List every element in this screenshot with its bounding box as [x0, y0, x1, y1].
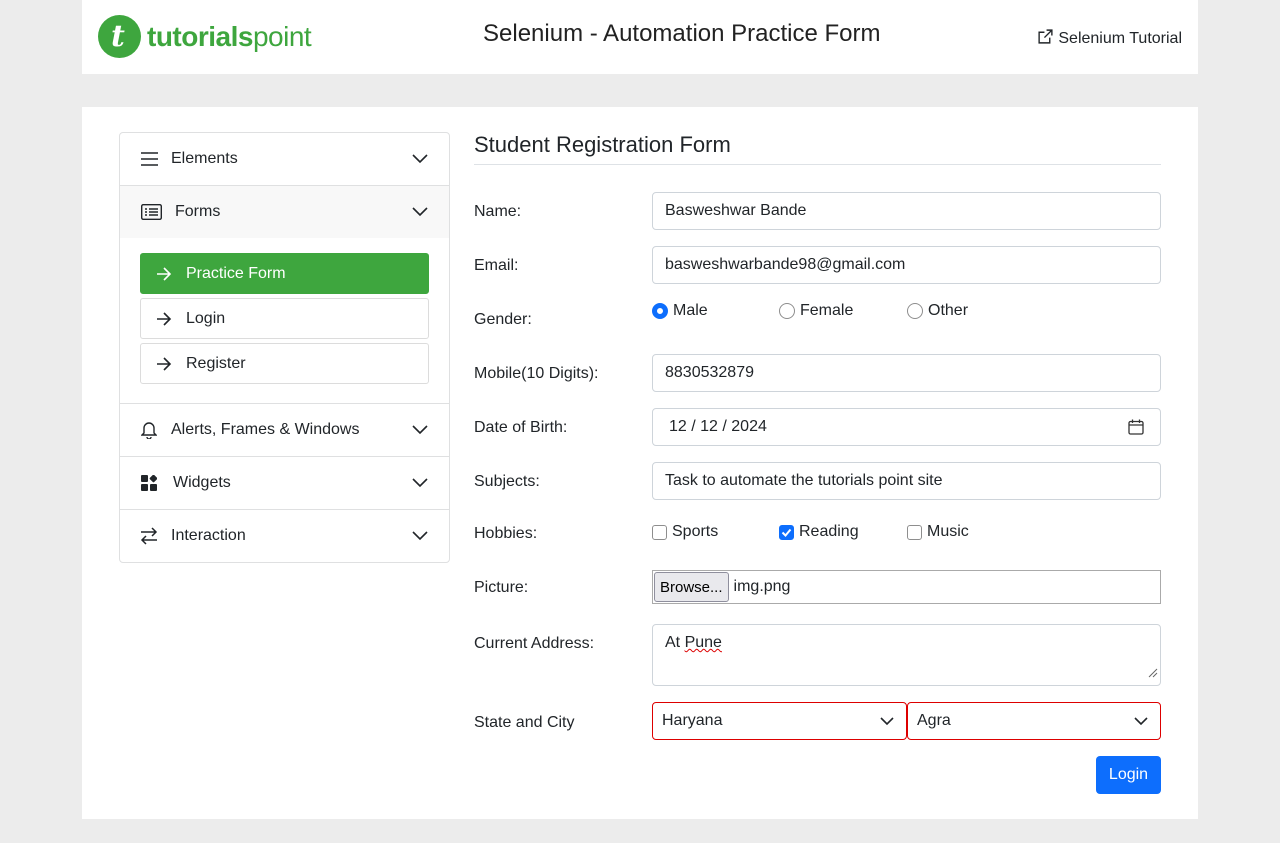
- hobby-checkbox-sports[interactable]: Sports: [652, 523, 718, 541]
- address-word: Pune: [684, 634, 722, 651]
- sidebar-item-label: Practice Form: [186, 264, 286, 282]
- sidebar-label-forms: Forms: [175, 203, 221, 220]
- address-label: Current Address:: [474, 635, 595, 652]
- sidebar-item-login[interactable]: Login: [140, 298, 429, 339]
- selenium-tutorial-link[interactable]: Selenium Tutorial: [1037, 28, 1182, 50]
- checkbox[interactable]: [907, 524, 922, 540]
- sidebar-section-forms: Forms Practice Form Login Register: [120, 186, 449, 404]
- checkbox-label: Music: [927, 523, 969, 540]
- state-select[interactable]: Haryana: [652, 702, 907, 740]
- name-label: Name:: [474, 203, 522, 220]
- chevron-down-icon: [411, 202, 429, 225]
- state-city-label: State and City: [474, 714, 575, 731]
- page-title: Selenium - Automation Practice Form: [483, 20, 881, 47]
- subjects-label: Subjects:: [474, 473, 540, 490]
- radio-label: Male: [673, 302, 708, 319]
- city-select-value: Agra: [917, 712, 951, 729]
- radio-label: Female: [800, 302, 854, 319]
- checkbox-label: Sports: [672, 523, 719, 540]
- arrows-exchange-icon: [140, 527, 158, 545]
- email-label: Email:: [474, 257, 519, 274]
- list-icon: [140, 203, 162, 221]
- gender-radio-other[interactable]: Other: [907, 302, 968, 320]
- menu-icon: [140, 150, 158, 168]
- gender-label: Gender:: [474, 311, 532, 328]
- checkbox[interactable]: [779, 524, 794, 540]
- picture-label: Picture:: [474, 579, 529, 596]
- address-prefix: At: [665, 634, 685, 651]
- subjects-input[interactable]: Task to automate the tutorials point sit…: [652, 462, 1161, 500]
- hobbies-label: Hobbies:: [474, 525, 538, 542]
- checkbox-label: Reading: [799, 523, 859, 540]
- email-input[interactable]: basweshwarbande98@gmail.com: [652, 246, 1161, 284]
- mobile-label: Mobile(10 Digits):: [474, 365, 599, 382]
- sidebar-label-interaction: Interaction: [171, 527, 246, 544]
- sidebar-item-practice-form[interactable]: Practice Form: [140, 253, 429, 294]
- resize-handle-icon[interactable]: [1146, 665, 1158, 683]
- sidebar-header-widgets[interactable]: Widgets: [120, 457, 449, 509]
- login-button[interactable]: Login: [1096, 756, 1161, 794]
- sidebar-label-elements: Elements: [171, 150, 238, 167]
- sidebar-header-interaction[interactable]: Interaction: [120, 510, 449, 562]
- chevron-down-icon: [411, 149, 429, 172]
- sidebar-section-interaction: Interaction: [120, 510, 449, 562]
- forms-submenu: Practice Form Login Register: [120, 238, 449, 403]
- arrow-right-icon: [156, 311, 172, 326]
- sidebar-label-alerts: Alerts, Frames & Windows: [171, 421, 360, 438]
- form-title: Student Registration Form: [474, 132, 1161, 165]
- gender-radio-male[interactable]: Male: [652, 302, 708, 320]
- registration-form: Student Registration Form Name: Basweshw…: [474, 132, 1161, 794]
- radio-button[interactable]: [907, 303, 923, 319]
- hobby-checkbox-reading[interactable]: Reading: [779, 523, 859, 541]
- state-select-value: Haryana: [662, 712, 723, 729]
- name-input[interactable]: Basweshwar Bande: [652, 192, 1161, 230]
- chevron-down-icon: [411, 473, 429, 496]
- radio-button[interactable]: [779, 303, 795, 319]
- chevron-down-icon: [411, 526, 429, 549]
- sidebar-label-widgets: Widgets: [173, 474, 231, 491]
- sidebar-item-label: Login: [186, 309, 226, 327]
- hobby-checkbox-music[interactable]: Music: [907, 523, 969, 541]
- main-card: Elements Forms Practice Form Login Regis…: [82, 107, 1198, 819]
- sidebar-header-alerts[interactable]: Alerts, Frames & Windows: [120, 404, 449, 456]
- external-link-icon: [1037, 28, 1054, 50]
- checkbox[interactable]: [652, 524, 667, 540]
- arrow-right-icon: [156, 266, 172, 281]
- sidebar-section-widgets: Widgets: [120, 457, 449, 510]
- logo-mark-icon: t: [98, 15, 141, 58]
- bell-icon: [140, 421, 158, 439]
- chevron-down-icon: [411, 420, 429, 443]
- arrow-right-icon: [156, 356, 172, 371]
- address-row: Current Address: At Pune: [474, 624, 1161, 686]
- city-select[interactable]: Agra: [907, 702, 1161, 740]
- dob-label: Date of Birth:: [474, 419, 568, 436]
- sidebar-item-register[interactable]: Register: [140, 343, 429, 384]
- logo-text-point: point: [252, 20, 312, 52]
- sidebar-header-elements[interactable]: Elements: [120, 133, 449, 185]
- picture-file-input[interactable]: Browse... img.png: [652, 570, 1161, 604]
- chevron-down-icon: [1134, 714, 1148, 733]
- chevron-down-icon: [880, 714, 894, 733]
- dob-value: 12 / 12 / 2024: [669, 418, 767, 435]
- sidebar-section-elements: Elements: [120, 133, 449, 186]
- gender-radio-female[interactable]: Female: [779, 302, 853, 320]
- address-textarea[interactable]: At Pune: [652, 624, 1161, 686]
- selenium-tutorial-label: Selenium Tutorial: [1058, 30, 1182, 47]
- radio-label: Other: [928, 302, 969, 319]
- top-header: t tutorialspoint Selenium - Automation P…: [82, 0, 1198, 74]
- dob-input[interactable]: 12 / 12 / 2024: [652, 408, 1161, 446]
- sidebar-accordion: Elements Forms Practice Form Login Regis…: [119, 132, 450, 563]
- sidebar-header-forms[interactable]: Forms: [120, 186, 449, 238]
- widgets-icon: [140, 474, 158, 492]
- logo-text-tutorials: tutorials: [147, 20, 253, 52]
- mobile-input[interactable]: 8830532879: [652, 354, 1161, 392]
- radio-button[interactable]: [652, 303, 668, 319]
- selected-file-name: img.png: [733, 578, 791, 595]
- browse-button[interactable]: Browse...: [654, 572, 729, 602]
- sidebar-section-alerts: Alerts, Frames & Windows: [120, 404, 449, 457]
- calendar-icon[interactable]: [1128, 419, 1144, 440]
- sidebar-item-label: Register: [186, 354, 246, 372]
- tutorialspoint-logo[interactable]: t tutorialspoint: [98, 15, 312, 58]
